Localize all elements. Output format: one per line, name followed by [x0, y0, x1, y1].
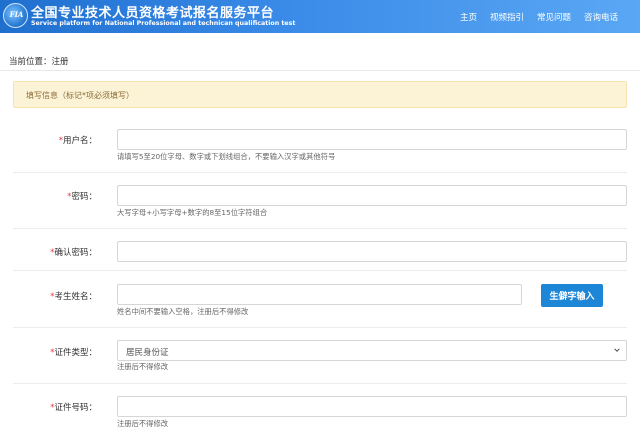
nav-video-guide[interactable]: 视频指引 — [490, 11, 524, 23]
password-hint: 大写字母+小写字母+数字的8至15位字符组合 — [117, 208, 268, 217]
password-input[interactable] — [117, 185, 627, 206]
id-type-hint: 注册后不得修改 — [117, 362, 169, 371]
breadcrumb: 当前位置：注册 — [9, 57, 69, 67]
id-number-hint: 注册后不得修改 — [117, 419, 169, 428]
id-number-input[interactable] — [117, 396, 627, 417]
site-logo[interactable]: FIA — [3, 3, 28, 28]
row-divider — [13, 270, 627, 271]
username-hint: 请填写5至20位字母、数字或下划线组合，不要输入汉字或其他符号 — [117, 152, 336, 161]
nav-hotline[interactable]: 咨询电话 — [584, 11, 618, 23]
name-input[interactable] — [117, 284, 522, 305]
logo-text: FIA — [9, 10, 24, 19]
name-label: *考生姓名： — [0, 290, 97, 302]
password-label-text: 密码： — [71, 192, 97, 202]
top-nav: 主页 视频指引 常见问题 咨询电话 — [460, 11, 618, 23]
username-input[interactable] — [117, 129, 627, 150]
username-label: *用户名： — [0, 134, 97, 146]
row-divider — [13, 172, 627, 173]
top-header: FIA 全国专业技术人员资格考试报名服务平台 Service platform … — [0, 0, 640, 33]
nav-faq[interactable]: 常见问题 — [537, 11, 571, 23]
id-number-label-text: 证件号码： — [54, 403, 97, 413]
confirm-password-label: *确认密码： — [0, 246, 97, 258]
confirm-password-input[interactable] — [117, 241, 627, 262]
password-label: *密码： — [0, 190, 97, 202]
site-title: 全国专业技术人员资格考试报名服务平台 — [31, 6, 275, 21]
required-notice: 填写信息（标记*项必须填写） — [13, 81, 627, 108]
chevron-down-icon — [614, 348, 620, 352]
confirm-password-label-text: 确认密码： — [54, 248, 97, 258]
site-subtitle: Service platform for National Profession… — [31, 20, 296, 27]
id-type-select[interactable]: 居民身份证 — [117, 340, 627, 361]
id-number-label: *证件号码： — [0, 401, 97, 413]
row-divider — [13, 228, 627, 229]
row-divider — [13, 383, 627, 384]
rare-char-input-button[interactable]: 生僻字输入 — [541, 284, 603, 307]
nav-home[interactable]: 主页 — [460, 11, 477, 23]
id-type-label: *证件类型： — [0, 346, 97, 358]
row-divider — [13, 327, 627, 328]
notice-text: 填写信息（标记*项必须填写） — [26, 91, 134, 100]
username-label-text: 用户名： — [62, 136, 97, 146]
id-type-label-text: 证件类型： — [54, 348, 97, 358]
name-hint: 姓名中间不要输入空格，注册后不得修改 — [117, 307, 249, 316]
id-type-selected: 居民身份证 — [126, 348, 169, 358]
breadcrumb-bar: 当前位置：注册 — [0, 52, 640, 71]
name-label-text: 考生姓名： — [54, 292, 97, 302]
